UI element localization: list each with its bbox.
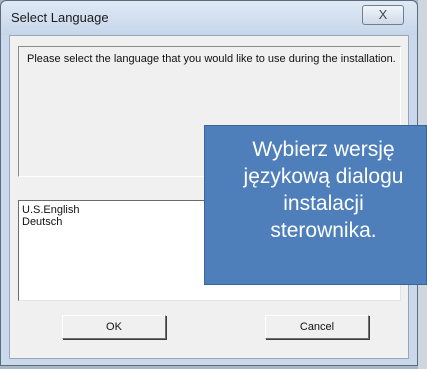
callout-line-4: sterownika.: [270, 219, 377, 242]
cancel-button[interactable]: Cancel: [265, 315, 369, 339]
dialog-title: Select Language: [11, 10, 109, 25]
callout-line-1: Wybierz wersję: [252, 138, 395, 161]
close-button[interactable]: X: [362, 5, 404, 25]
instruction-callout: Wybierz wersję językową dialogu instalac…: [204, 125, 427, 285]
language-option-us-english[interactable]: U.S.English: [22, 204, 79, 216]
prompt-text: Please select the language that you woul…: [27, 53, 396, 65]
callout-line-2: językową dialogu: [243, 165, 404, 188]
language-option-deutsch[interactable]: Deutsch: [22, 216, 62, 228]
title-bar[interactable]: Select Language X: [1, 1, 417, 35]
close-icon: X: [378, 7, 388, 22]
ok-button[interactable]: OK: [62, 315, 166, 339]
callout-line-3: instalacji: [283, 192, 364, 215]
